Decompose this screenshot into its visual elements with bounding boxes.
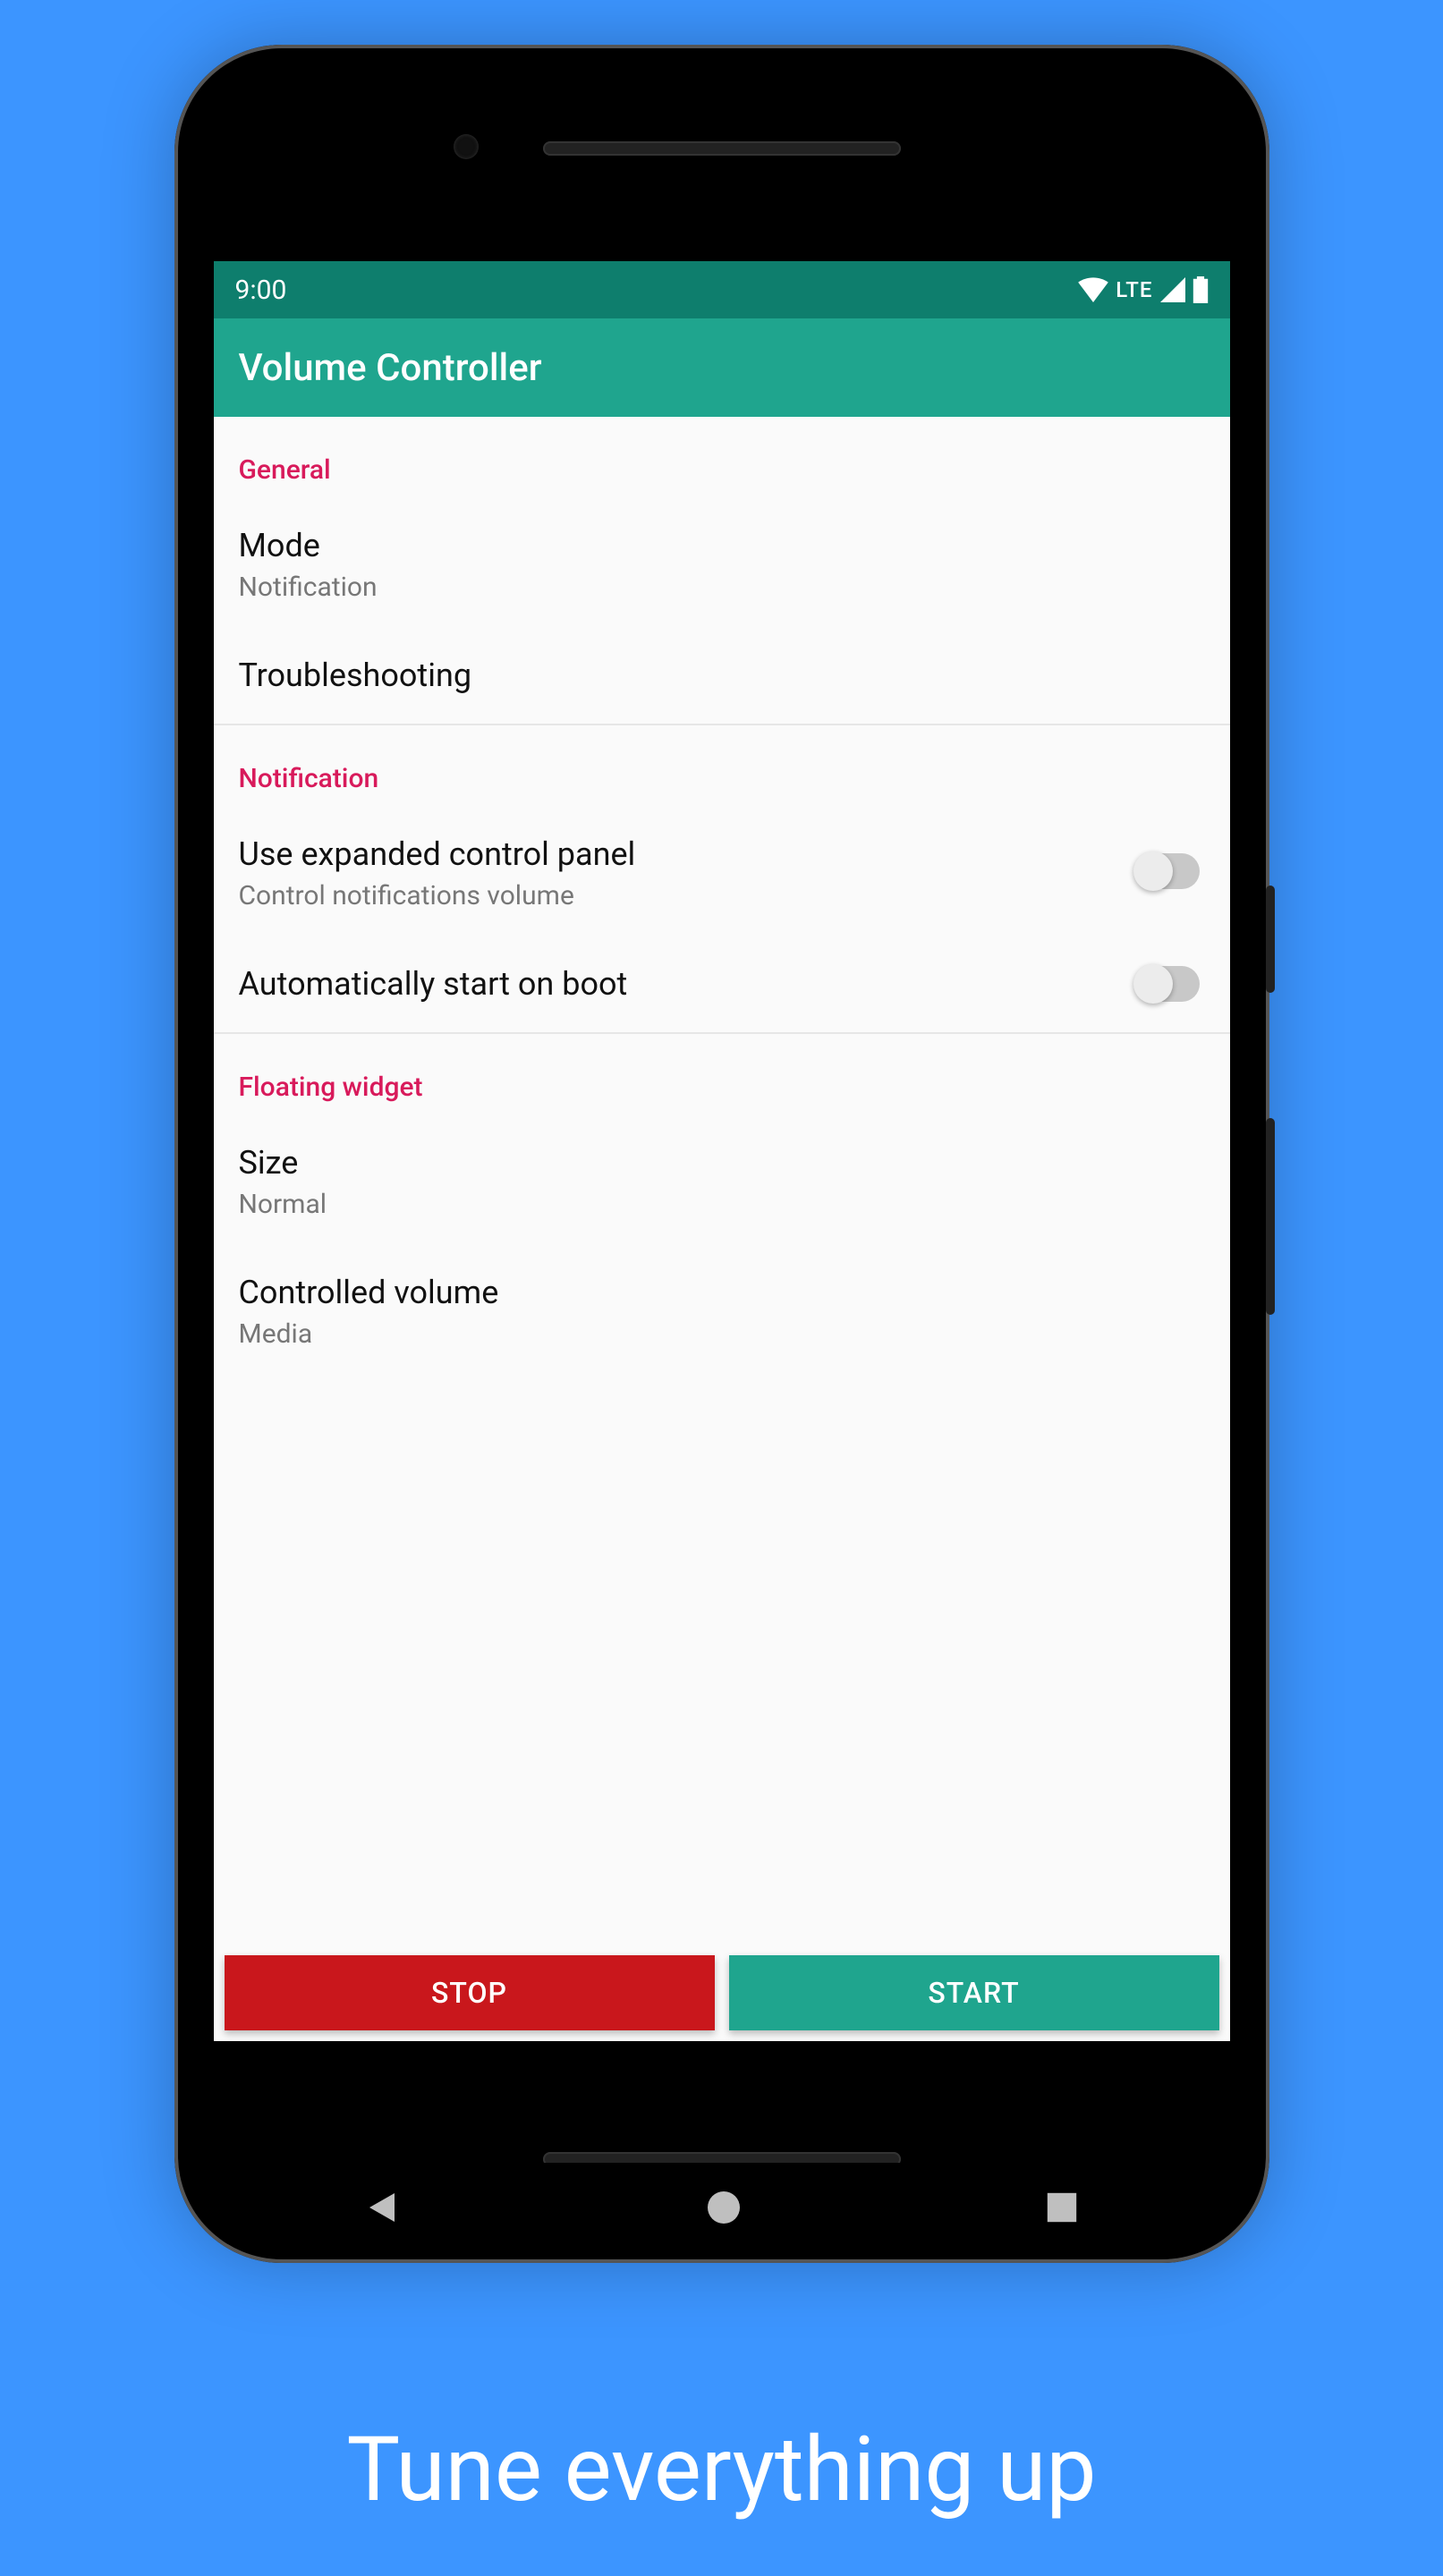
setting-title: Troubleshooting — [239, 653, 1205, 698]
settings-content[interactable]: General Mode Notification Troubleshootin… — [214, 417, 1230, 1945]
app-bar: Volume Controller — [214, 318, 1230, 417]
status-time: 9:00 — [235, 275, 287, 306]
switch-expanded-panel[interactable] — [1137, 853, 1200, 889]
stop-button[interactable]: STOP — [225, 1955, 715, 2030]
cellular-icon — [1160, 277, 1185, 302]
side-button-power — [1266, 886, 1275, 993]
app-title: Volume Controller — [239, 346, 542, 390]
setting-value: Media — [239, 1318, 1205, 1350]
network-label: LTE — [1116, 277, 1152, 302]
front-camera — [454, 134, 479, 159]
side-button-volume — [1266, 1118, 1275, 1315]
setting-expanded-panel[interactable]: Use expanded control panel Control notif… — [214, 807, 1230, 936]
setting-troubleshooting[interactable]: Troubleshooting — [214, 628, 1230, 723]
device-frame: 9:00 LTE Volume Controller General Mode … — [174, 45, 1269, 2263]
promo-text: Tune everything up — [0, 2418, 1443, 2522]
setting-title: Use expanded control panel — [239, 832, 1137, 877]
status-bar: 9:00 LTE — [214, 261, 1230, 318]
button-label: START — [928, 1976, 1019, 2010]
square-recent-icon — [1046, 2191, 1078, 2224]
setting-subtitle: Control notifications volume — [239, 880, 1137, 911]
android-nav-bar — [214, 2163, 1230, 2252]
nav-recent-button[interactable] — [1046, 2191, 1078, 2224]
setting-controlled-volume[interactable]: Controlled volume Media — [214, 1245, 1230, 1375]
section-header-general: General — [214, 417, 1230, 498]
setting-size[interactable]: Size Normal — [214, 1115, 1230, 1245]
wifi-icon — [1078, 277, 1108, 302]
setting-autostart[interactable]: Automatically start on boot — [214, 936, 1230, 1031]
section-header-notification: Notification — [214, 725, 1230, 807]
section-header-floating: Floating widget — [214, 1034, 1230, 1115]
start-button[interactable]: START — [729, 1955, 1219, 2030]
button-label: STOP — [431, 1976, 507, 2010]
switch-autostart[interactable] — [1137, 966, 1200, 1002]
setting-mode[interactable]: Mode Notification — [214, 498, 1230, 628]
triangle-back-icon — [366, 2190, 402, 2225]
setting-title: Automatically start on boot — [239, 962, 1137, 1006]
nav-home-button[interactable] — [706, 2190, 742, 2225]
nav-back-button[interactable] — [366, 2190, 402, 2225]
action-buttons: STOP START — [214, 1945, 1230, 2041]
device-inner: 9:00 LTE Volume Controller General Mode … — [185, 55, 1259, 2252]
battery-icon — [1193, 276, 1209, 303]
circle-home-icon — [706, 2190, 742, 2225]
setting-value: Notification — [239, 572, 1205, 603]
setting-value: Normal — [239, 1189, 1205, 1220]
setting-title: Size — [239, 1140, 1205, 1185]
setting-title: Controlled volume — [239, 1270, 1205, 1315]
setting-title: Mode — [239, 523, 1205, 568]
screen: 9:00 LTE Volume Controller General Mode … — [214, 261, 1230, 2041]
status-icons: LTE — [1078, 276, 1208, 303]
speaker-top — [543, 141, 901, 156]
